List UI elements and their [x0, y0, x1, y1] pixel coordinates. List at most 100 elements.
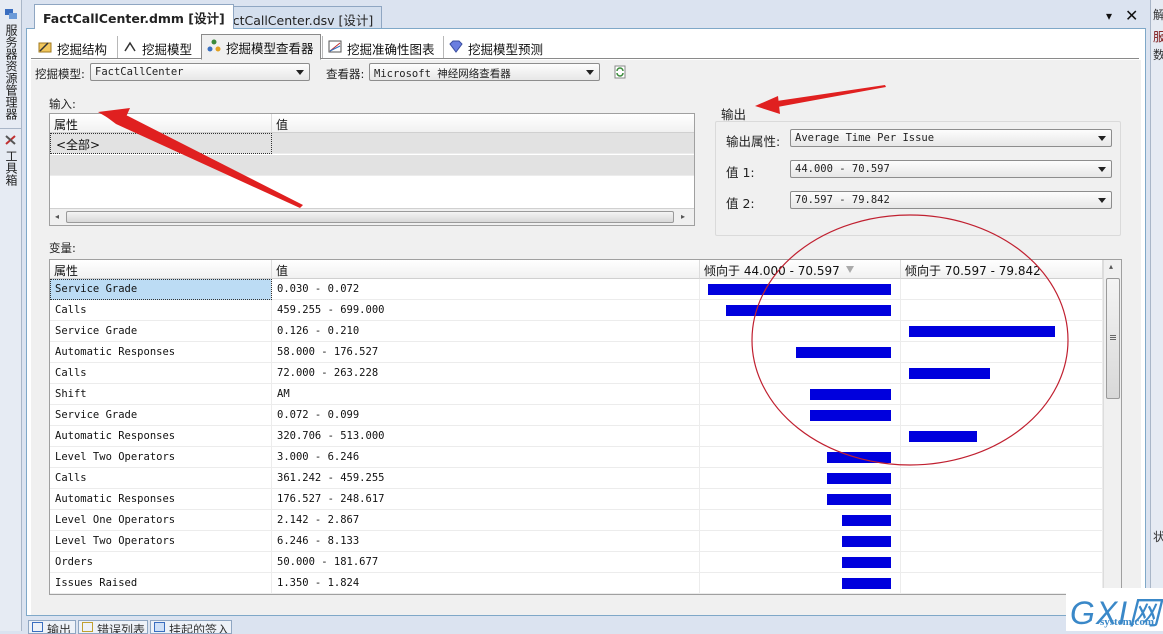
- favors-1-cell[interactable]: [700, 321, 901, 342]
- tab-model-viewer[interactable]: 挖掘模型查看器: [201, 34, 321, 60]
- input-horizontal-scrollbar[interactable]: ◂ ▸: [50, 208, 694, 225]
- variable-value-cell[interactable]: AM: [272, 384, 700, 405]
- right-pane-item[interactable]: 数: [1153, 46, 1163, 63]
- variable-attribute-cell[interactable]: Calls: [50, 300, 272, 321]
- favors-2-cell[interactable]: [901, 405, 1103, 426]
- variable-value-cell[interactable]: 0.030 - 0.072: [272, 279, 700, 300]
- variables-header-favors-1[interactable]: 倾向于 44.000 - 70.597: [700, 260, 901, 279]
- variable-row[interactable]: Calls 361.242 - 459.255: [50, 468, 1103, 489]
- favors-1-cell[interactable]: [700, 363, 901, 384]
- value1-select[interactable]: 44.000 - 70.597: [790, 160, 1112, 178]
- variable-row[interactable]: Service Grade 0.072 - 0.099: [50, 405, 1103, 426]
- tab-mining-structure[interactable]: 挖掘结构: [33, 36, 113, 58]
- variable-attribute-cell[interactable]: Service Grade: [50, 321, 272, 342]
- variable-value-cell[interactable]: 320.706 - 513.000: [272, 426, 700, 447]
- scroll-thumb[interactable]: [66, 211, 674, 223]
- scroll-left-icon[interactable]: ◂: [55, 212, 59, 221]
- scroll-thumb[interactable]: [1106, 278, 1120, 399]
- variable-value-cell[interactable]: 176.527 - 248.617: [272, 489, 700, 510]
- variable-attribute-cell[interactable]: Service Grade: [50, 279, 272, 300]
- tab-mining-model[interactable]: 挖掘模型: [117, 36, 198, 58]
- variable-row[interactable]: Automatic Responses 58.000 - 176.527: [50, 342, 1103, 363]
- viewer-select[interactable]: Microsoft 神经网络查看器: [369, 63, 600, 81]
- favors-2-cell[interactable]: [901, 531, 1103, 552]
- variable-attribute-cell[interactable]: Automatic Responses: [50, 426, 272, 447]
- doc-tab-dmm[interactable]: FactCallCenter.dmm [设计]: [34, 4, 234, 29]
- variable-attribute-cell[interactable]: Level Two Operators: [50, 531, 272, 552]
- right-pane-item[interactable]: 服: [1153, 28, 1163, 45]
- variable-row[interactable]: Shift AM: [50, 384, 1103, 405]
- toolbox-icon[interactable]: [4, 134, 18, 146]
- variable-value-cell[interactable]: 50.000 - 181.677: [272, 552, 700, 573]
- variable-row[interactable]: Issues Raised 1.350 - 1.824: [50, 573, 1103, 594]
- close-icon[interactable]: ✕: [1125, 6, 1138, 25]
- variable-value-cell[interactable]: 0.072 - 0.099: [272, 405, 700, 426]
- input-header-attribute: 属性: [50, 114, 272, 133]
- favors-2-cell[interactable]: [901, 447, 1103, 468]
- favors-2-cell[interactable]: [901, 279, 1103, 300]
- scroll-up-icon[interactable]: ▴: [1109, 262, 1113, 271]
- variable-value-cell[interactable]: 459.255 - 699.000: [272, 300, 700, 321]
- tab-accuracy-chart[interactable]: 挖掘准确性图表: [322, 36, 441, 58]
- variable-attribute-cell[interactable]: Automatic Responses: [50, 489, 272, 510]
- doc-tab-dsv[interactable]: FactCallCenter.dsv [设计]: [210, 6, 383, 28]
- variable-row[interactable]: Calls 459.255 - 699.000: [50, 300, 1103, 321]
- input-value-cell[interactable]: [272, 133, 694, 154]
- variable-row[interactable]: Automatic Responses 320.706 - 513.000: [50, 426, 1103, 447]
- variables-header-attribute[interactable]: 属性: [50, 260, 272, 279]
- refresh-icon[interactable]: [614, 65, 626, 79]
- variable-attribute-cell[interactable]: Issues Raised: [50, 573, 272, 594]
- variable-row[interactable]: Orders 50.000 - 181.677: [50, 552, 1103, 573]
- variable-attribute-cell[interactable]: Level Two Operators: [50, 447, 272, 468]
- input-attribute-cell[interactable]: <全部>: [50, 133, 272, 154]
- variable-row[interactable]: Level Two Operators 6.246 - 8.133: [50, 531, 1103, 552]
- variable-attribute-cell[interactable]: Shift: [50, 384, 272, 405]
- value2-select[interactable]: 70.597 - 79.842: [790, 191, 1112, 209]
- mining-model-select[interactable]: FactCallCenter: [90, 63, 310, 81]
- favors-2-cell[interactable]: [901, 342, 1103, 363]
- variable-row[interactable]: Service Grade 0.030 - 0.072: [50, 279, 1103, 300]
- variable-row[interactable]: Level One Operators 2.142 - 2.867: [50, 510, 1103, 531]
- favors-1-cell[interactable]: [700, 426, 901, 447]
- variable-value-cell[interactable]: 0.126 - 0.210: [272, 321, 700, 342]
- tab-prediction[interactable]: 挖掘模型预测: [443, 36, 549, 58]
- toolbox-tab[interactable]: 工具箱: [3, 150, 20, 186]
- bottom-tab-pending-checkins[interactable]: 挂起的签入: [150, 620, 232, 634]
- variable-attribute-cell[interactable]: Calls: [50, 363, 272, 384]
- variable-value-cell[interactable]: 1.350 - 1.824: [272, 573, 700, 594]
- favors-2-cell[interactable]: [901, 552, 1103, 573]
- scroll-right-icon[interactable]: ▸: [681, 212, 685, 221]
- variable-attribute-cell[interactable]: Orders: [50, 552, 272, 573]
- variable-value-cell[interactable]: 361.242 - 459.255: [272, 468, 700, 489]
- variables-header-value[interactable]: 值: [272, 260, 700, 279]
- variable-value-cell[interactable]: 6.246 - 8.133: [272, 531, 700, 552]
- variables-vertical-scrollbar[interactable]: ▴: [1103, 260, 1121, 594]
- favors-2-cell[interactable]: [901, 468, 1103, 489]
- server-explorer-tab[interactable]: 服务器资源管理器: [3, 24, 20, 120]
- input-row-empty[interactable]: [50, 155, 694, 176]
- window-dropdown-icon[interactable]: ▾: [1106, 9, 1112, 23]
- variables-header-favors-2[interactable]: 倾向于 70.597 - 79.842: [901, 260, 1103, 279]
- variable-value-cell[interactable]: 2.142 - 2.867: [272, 510, 700, 531]
- favors-2-cell[interactable]: [901, 300, 1103, 321]
- favors-2-cell[interactable]: [901, 510, 1103, 531]
- variable-attribute-cell[interactable]: Level One Operators: [50, 510, 272, 531]
- favors-2-cell[interactable]: [901, 384, 1103, 405]
- variable-row[interactable]: Level Two Operators 3.000 - 6.246: [50, 447, 1103, 468]
- variable-row[interactable]: Automatic Responses 176.527 - 248.617: [50, 489, 1103, 510]
- server-explorer-icon[interactable]: [4, 8, 18, 20]
- right-pane-header[interactable]: 解: [1153, 6, 1163, 23]
- variable-value-cell[interactable]: 58.000 - 176.527: [272, 342, 700, 363]
- variable-attribute-cell[interactable]: Calls: [50, 468, 272, 489]
- variable-row[interactable]: Calls 72.000 - 263.228: [50, 363, 1103, 384]
- output-attribute-select[interactable]: Average Time Per Issue: [790, 129, 1112, 147]
- variable-row[interactable]: Service Grade 0.126 - 0.210: [50, 321, 1103, 342]
- variable-value-cell[interactable]: 72.000 - 263.228: [272, 363, 700, 384]
- variable-attribute-cell[interactable]: Automatic Responses: [50, 342, 272, 363]
- variable-attribute-cell[interactable]: Service Grade: [50, 405, 272, 426]
- bottom-tab-error-list[interactable]: 错误列表: [78, 620, 148, 634]
- bottom-tab-output[interactable]: 输出: [28, 620, 76, 634]
- input-row[interactable]: <全部>: [50, 133, 694, 154]
- favors-2-cell[interactable]: [901, 489, 1103, 510]
- variable-value-cell[interactable]: 3.000 - 6.246: [272, 447, 700, 468]
